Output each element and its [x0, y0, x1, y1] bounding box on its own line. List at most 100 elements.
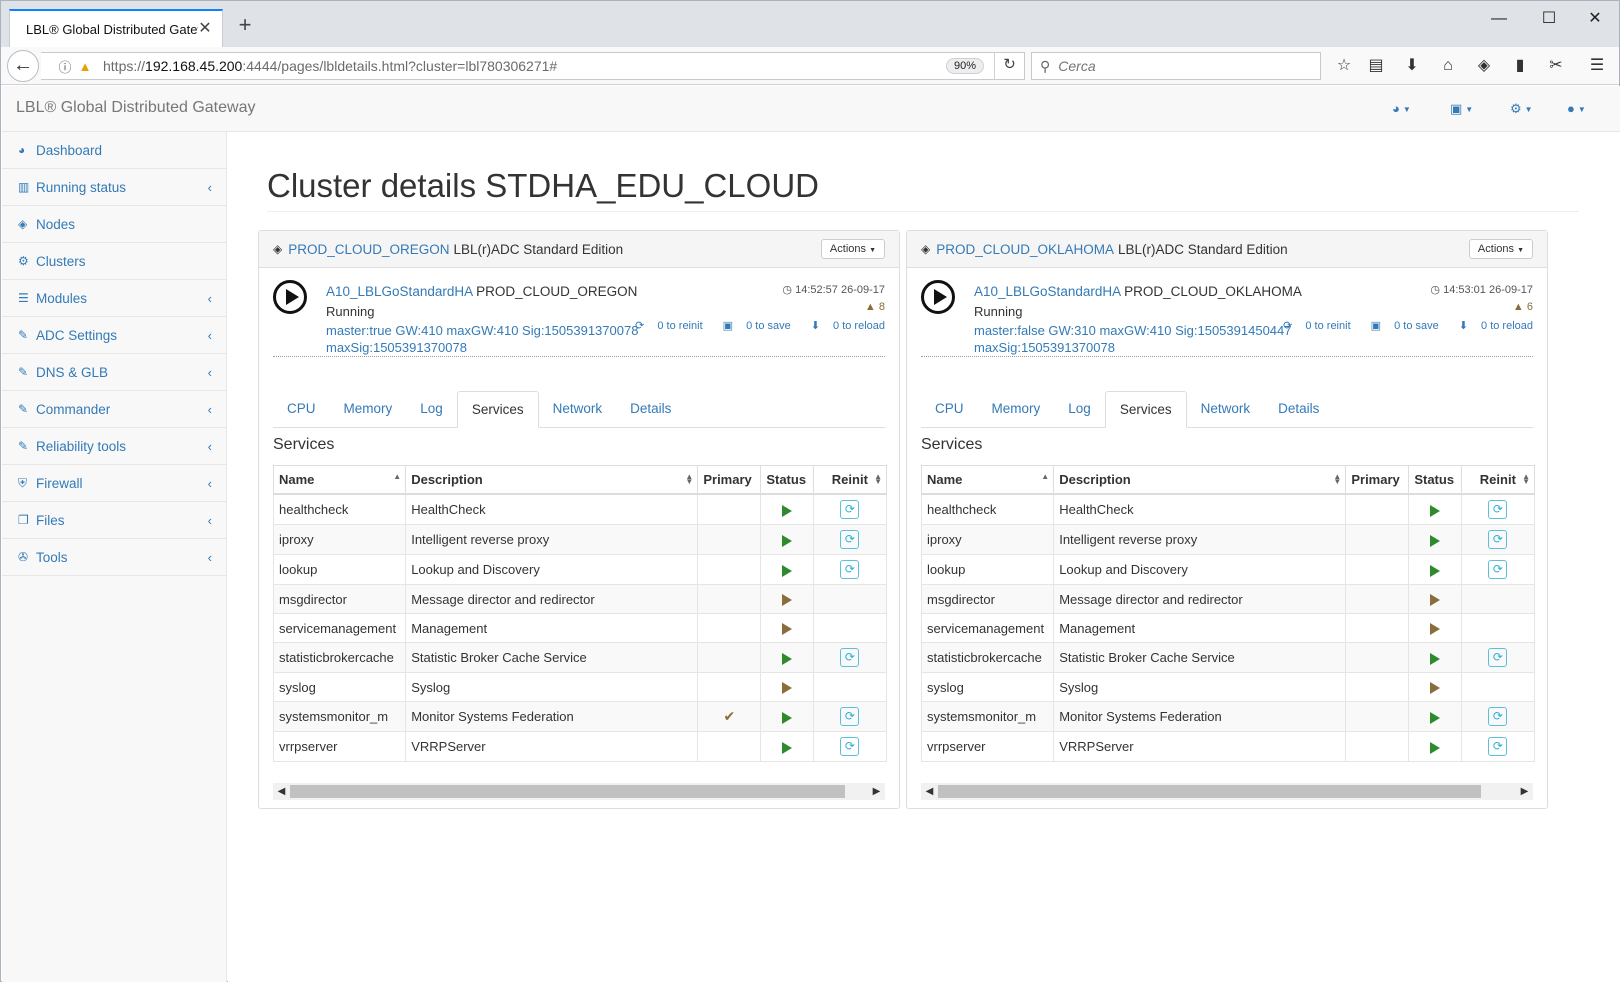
home-icon[interactable]: ⌂ [1437, 55, 1459, 77]
node-alerts[interactable]: ▲ 8 [865, 301, 885, 313]
node-info[interactable]: master:true GW:410 maxGW:410 Sig:1505391… [326, 322, 656, 356]
sidebar-item-running-status[interactable]: ▥ Running status ‹ [2, 169, 226, 206]
tab-details[interactable]: Details [616, 391, 685, 428]
close-tab-icon[interactable]: ✕ [198, 21, 212, 37]
scroll-track[interactable] [290, 785, 868, 798]
reload-icon[interactable]: ↻ [994, 52, 1024, 80]
reading-list-icon[interactable]: ▤ [1365, 55, 1387, 77]
tab-log[interactable]: Log [406, 391, 457, 428]
maximize-icon[interactable]: ☐ [1529, 7, 1569, 31]
reinit-refresh-icon[interactable]: ⟳ [840, 737, 860, 756]
lock-warning-icon[interactable]: ▲ [77, 59, 93, 74]
browser-tab[interactable]: LBL® Global Distributed Gateway ✕ [9, 9, 223, 47]
tab-network[interactable]: Network [539, 391, 617, 428]
node-info[interactable]: master:false GW:310 maxGW:410 Sig:150539… [974, 322, 1304, 356]
sidebar-item-firewall[interactable]: ⛨ Firewall ‹ [2, 465, 226, 502]
reinit-refresh-icon[interactable]: ⟳ [840, 500, 860, 519]
app-brand[interactable]: LBL® Global Distributed Gateway [16, 99, 255, 117]
extension-icon[interactable]: ▮ [1509, 55, 1531, 77]
caret-down-icon: ▼ [869, 247, 876, 254]
column-header-name[interactable]: Name ▲ [272, 465, 407, 495]
url-text[interactable]: https://192.168.45.200:4444/pages/lbldet… [103, 58, 946, 74]
column-header-description[interactable]: Description ▲ ▼ [1053, 465, 1347, 495]
sidebar-item-tools[interactable]: ✇ Tools ‹ [2, 539, 226, 576]
tab-memory[interactable]: Memory [330, 391, 407, 428]
reinit-refresh-icon[interactable]: ⟳ [1488, 560, 1508, 579]
tab-memory[interactable]: Memory [978, 391, 1055, 428]
reinit-refresh-icon[interactable]: ⟳ [1488, 648, 1508, 667]
save-link[interactable]: ▣ 0 to save [713, 320, 791, 332]
sidebar-item-files[interactable]: ❐ Files ‹ [2, 502, 226, 539]
reinit-refresh-icon[interactable]: ⟳ [840, 707, 860, 726]
sidebar-item-dashboard[interactable]: ◕ Dashboard [2, 132, 226, 169]
reinit-refresh-icon[interactable]: ⟳ [840, 560, 860, 579]
new-tab-icon[interactable]: + [233, 14, 257, 36]
sidebar-item-commander[interactable]: ✎ Commander ‹ [2, 391, 226, 428]
scroll-left-icon[interactable]: ◀ [273, 786, 290, 797]
minimize-icon[interactable]: — [1479, 7, 1519, 31]
actions-button[interactable]: Actions ▼ [1468, 239, 1533, 259]
sidebar-item-clusters[interactable]: ⚙ Clusters [2, 243, 226, 280]
download-icon[interactable]: ⬇ [1401, 55, 1423, 77]
back-arrow-icon[interactable]: ← [7, 50, 39, 82]
reinit-refresh-icon[interactable]: ⟳ [840, 648, 860, 667]
sidebar-item-nodes[interactable]: ◈ Nodes [2, 206, 226, 243]
tab-network[interactable]: Network [1187, 391, 1265, 428]
reinit-refresh-icon[interactable]: ⟳ [1488, 530, 1508, 549]
url-bar[interactable]: ⓘ ▲ https://192.168.45.200:4444/pages/lb… [41, 52, 1025, 80]
status-cell [760, 524, 814, 555]
reinit-refresh-icon[interactable]: ⟳ [1488, 737, 1508, 756]
reinit-link[interactable]: ⟳ 0 to reinit [1273, 320, 1351, 332]
close-window-icon[interactable]: ✕ [1575, 7, 1615, 31]
node-link[interactable]: A10_LBLGoStandardHA [974, 284, 1120, 299]
reinit-refresh-icon[interactable]: ⟳ [1488, 500, 1508, 519]
node-alerts[interactable]: ▲ 6 [1513, 301, 1533, 313]
horizontal-scrollbar[interactable]: ◀ ▶ [921, 783, 1533, 800]
reinit-link[interactable]: ⟳ 0 to reinit [625, 320, 703, 332]
column-header-name[interactable]: Name ▲ [920, 465, 1055, 495]
column-header-reinit[interactable]: Reinit ▲ ▼ [1460, 465, 1536, 495]
save-dropdown[interactable]: ▣ ▼ [1450, 101, 1473, 117]
scroll-thumb[interactable] [290, 785, 845, 798]
running-status-icon [1430, 741, 1440, 754]
reload-link[interactable]: ⬇ 0 to reload [801, 320, 885, 332]
scroll-thumb[interactable] [938, 785, 1482, 798]
tab-services[interactable]: Services [456, 391, 539, 428]
reinit-refresh-icon[interactable]: ⟳ [1488, 707, 1508, 726]
column-header-description[interactable]: Description ▲ ▼ [405, 465, 699, 495]
scroll-right-icon[interactable]: ▶ [868, 786, 885, 797]
pocket-icon[interactable]: ◈ [1473, 55, 1495, 77]
tab-cpu[interactable]: CPU [273, 391, 330, 428]
search-input[interactable] [1058, 58, 1299, 74]
actions-button[interactable]: Actions ▼ [820, 239, 885, 259]
tab-cpu[interactable]: CPU [921, 391, 978, 428]
screenshot-icon[interactable]: ✂ [1545, 55, 1567, 77]
tab-services[interactable]: Services [1104, 391, 1187, 428]
sidebar-item-reliability-tools[interactable]: ✎ Reliability tools ‹ [2, 428, 226, 465]
node-link[interactable]: A10_LBLGoStandardHA [326, 284, 472, 299]
info-icon[interactable]: ⓘ [57, 57, 73, 76]
reload-link[interactable]: ⬇ 0 to reload [1449, 320, 1533, 332]
cluster-link[interactable]: PROD_CLOUD_OREGON [288, 242, 449, 257]
scroll-right-icon[interactable]: ▶ [1516, 786, 1533, 797]
tab-details[interactable]: Details [1264, 391, 1333, 428]
column-header-reinit[interactable]: Reinit ▲ ▼ [812, 465, 888, 495]
tab-log[interactable]: Log [1054, 391, 1105, 428]
sidebar-item-dns-glb[interactable]: ✎ DNS & GLB ‹ [2, 354, 226, 391]
zoom-badge[interactable]: 90% [945, 58, 984, 74]
horizontal-scrollbar[interactable]: ◀ ▶ [273, 783, 885, 800]
menu-icon[interactable]: ☰ [1586, 55, 1608, 77]
search-bar[interactable]: ⚲ [1031, 52, 1321, 80]
user-dropdown[interactable]: ● ▼ [1567, 101, 1586, 116]
scroll-left-icon[interactable]: ◀ [921, 786, 938, 797]
save-link[interactable]: ▣ 0 to save [1361, 320, 1439, 332]
settings-dropdown[interactable]: ⚙ ▼ [1510, 101, 1533, 117]
sidebar-item-adc-settings[interactable]: ✎ ADC Settings ‹ [2, 317, 226, 354]
scroll-track[interactable] [938, 785, 1516, 798]
sidebar-item-modules[interactable]: ☰ Modules ‹ [2, 280, 226, 317]
reinit-refresh-icon[interactable]: ⟳ [840, 530, 860, 549]
dashboard-dropdown[interactable]: ◕ ▼ [1392, 101, 1411, 116]
bookmark-star-icon[interactable]: ☆ [1333, 55, 1355, 77]
cluster-link[interactable]: PROD_CLOUD_OKLAHOMA [936, 242, 1114, 257]
bar-chart-icon: ▥ [18, 180, 30, 194]
